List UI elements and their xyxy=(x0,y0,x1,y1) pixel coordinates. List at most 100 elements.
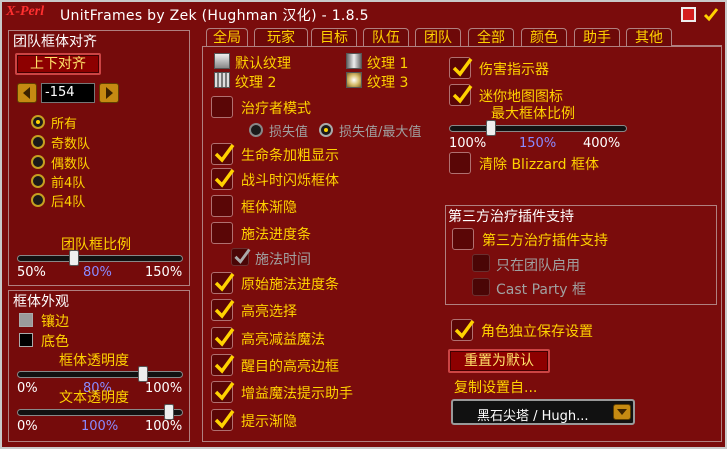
option-label: 生命条加粗显示 xyxy=(241,148,339,164)
raid-alignment-panel: 团队框体对齐 上下对齐 -154 所有 奇数队 偶数队 前4队 后4队 团队框比… xyxy=(8,30,190,286)
texture-1-label: 纹理 1 xyxy=(367,56,409,72)
option-label: 高亮选择 xyxy=(241,304,297,320)
check-icon xyxy=(703,8,719,22)
slider-thumb[interactable] xyxy=(164,404,174,420)
profile-dropdown[interactable]: 黑石尖塔 / Hugh... xyxy=(451,399,635,425)
slider-thumb[interactable] xyxy=(486,120,496,136)
default-texture-icon[interactable] xyxy=(214,53,230,69)
checkbox-box xyxy=(231,248,251,266)
option-label: 醒目的高亮边框 xyxy=(241,359,339,375)
option-label: 增益魔法提示助手 xyxy=(241,386,353,402)
tab-global[interactable]: 全局 xyxy=(206,28,248,46)
text-alpha-caption: 文本透明度 xyxy=(59,390,129,406)
tab-other[interactable]: 其他 xyxy=(626,28,672,46)
copy-settings-link[interactable]: 复制设置自... xyxy=(454,377,537,397)
align-button[interactable]: 上下对齐 xyxy=(15,53,101,75)
lock-checkbox[interactable] xyxy=(703,6,719,22)
checkbox-box xyxy=(211,143,235,165)
checkbox-box xyxy=(211,327,235,349)
checkbox-box xyxy=(472,254,490,272)
tab-colors[interactable]: 颜色 xyxy=(521,28,567,46)
radio-icon xyxy=(31,135,45,149)
text-alpha-max: 100% xyxy=(145,419,183,434)
raid-alignment-title: 团队框体对齐 xyxy=(13,34,97,50)
radio-icon xyxy=(31,115,45,129)
checkbox-box xyxy=(211,354,235,376)
raid-scale-slider[interactable] xyxy=(17,250,183,266)
checkbox-box xyxy=(451,319,475,341)
profile-dropdown-value: 黑石尖塔 / Hugh... xyxy=(477,409,589,424)
max-scale-min: 100% xyxy=(449,136,487,151)
checkbox-box xyxy=(211,381,235,403)
check-icon xyxy=(214,381,235,401)
checkbox-box xyxy=(449,152,471,174)
healer-mode-label: 治疗者模式 xyxy=(241,101,311,117)
radio-icon xyxy=(31,174,45,188)
slider-thumb[interactable] xyxy=(138,366,148,382)
tab-helper[interactable]: 助手 xyxy=(574,28,620,46)
filter-all-label: 所有 xyxy=(51,117,78,132)
radio-icon xyxy=(319,123,333,137)
tab-party[interactable]: 队伍 xyxy=(363,28,409,46)
filter-odd-label: 奇数队 xyxy=(51,137,91,152)
dropdown-arrow-button[interactable] xyxy=(613,404,631,420)
max-scale-max: 400% xyxy=(583,136,621,151)
text-alpha-slider[interactable] xyxy=(17,404,183,420)
texture-1-icon[interactable] xyxy=(346,53,362,69)
raid-only-label: 只在团队启用 xyxy=(496,258,580,274)
healer-deficit-max-label: 损失值/最大值 xyxy=(339,125,422,140)
radio-icon xyxy=(249,123,263,137)
radio-icon xyxy=(31,155,45,169)
global-options-panel: 默认纹理 纹理 1 纹理 2 纹理 3 治疗者模式 损失值 损失值/最大值 生命… xyxy=(202,46,722,442)
texture-2-icon[interactable] xyxy=(214,72,230,88)
texture-3-label: 纹理 3 xyxy=(367,75,409,91)
max-scale-slider[interactable] xyxy=(449,120,627,136)
offset-decrease-button[interactable] xyxy=(17,83,37,103)
offset-input[interactable]: -154 xyxy=(41,83,95,103)
raid-scale-max: 150% xyxy=(145,265,183,280)
slider-thumb[interactable] xyxy=(69,250,79,266)
window-title: UnitFrames by Zek (Hughman 汉化) - 1.8.5 xyxy=(60,8,369,24)
border-color-swatch[interactable] xyxy=(19,313,33,327)
tab-player[interactable]: 玩家 xyxy=(254,28,308,46)
appearance-panel: 框体外观 镶边 底色 框体透明度 0% 80% 100% 文本透明度 0% 10… xyxy=(8,290,190,442)
tab-raid[interactable]: 团队 xyxy=(415,28,461,46)
check-icon xyxy=(214,299,235,319)
raid-scale-min: 50% xyxy=(17,265,46,280)
healer-deficit-label: 损失值 xyxy=(269,125,309,140)
arrow-right-icon xyxy=(106,87,113,99)
text-alpha-value: 100% xyxy=(81,419,119,434)
xperl-options-window: X-Perl UnitFrames by Zek (Hughman 汉化) - … xyxy=(0,0,727,449)
close-button[interactable] xyxy=(681,7,696,22)
checkbox-box xyxy=(449,57,473,79)
checkbox-box xyxy=(472,278,490,296)
frame-alpha-slider[interactable] xyxy=(17,366,183,382)
text-alpha-min: 0% xyxy=(17,419,38,434)
radio-icon xyxy=(31,193,45,207)
option-label: 原始施法进度条 xyxy=(241,277,339,293)
check-icon xyxy=(214,143,235,163)
max-scale-caption: 最大框体比例 xyxy=(491,106,575,122)
check-icon xyxy=(214,327,235,347)
texture-3-icon[interactable] xyxy=(346,72,362,88)
option-label: 提示渐隐 xyxy=(241,414,297,430)
bg-color-swatch[interactable] xyxy=(19,333,33,347)
frame-alpha-caption: 框体透明度 xyxy=(59,353,129,369)
tab-all[interactable]: 全部 xyxy=(468,28,514,46)
tab-target[interactable]: 目标 xyxy=(311,28,357,46)
title-bar[interactable]: X-Perl UnitFrames by Zek (Hughman 汉化) - … xyxy=(2,2,725,26)
checkbox-box xyxy=(211,299,235,321)
checkbox-box xyxy=(452,228,474,250)
check-icon xyxy=(454,319,475,339)
check-icon xyxy=(214,168,235,188)
appearance-title: 框体外观 xyxy=(13,294,69,310)
checkbox-box xyxy=(211,272,235,294)
cast-party-label: Cast Party 框 xyxy=(496,282,586,298)
filter-even-label: 偶数队 xyxy=(51,157,91,172)
check-icon xyxy=(234,248,251,264)
checkbox-box xyxy=(211,195,233,217)
offset-increase-button[interactable] xyxy=(99,83,119,103)
app-logo: X-Perl xyxy=(6,4,45,19)
checkbox-box xyxy=(449,84,473,106)
reset-defaults-button[interactable]: 重置为默认 xyxy=(448,349,550,373)
